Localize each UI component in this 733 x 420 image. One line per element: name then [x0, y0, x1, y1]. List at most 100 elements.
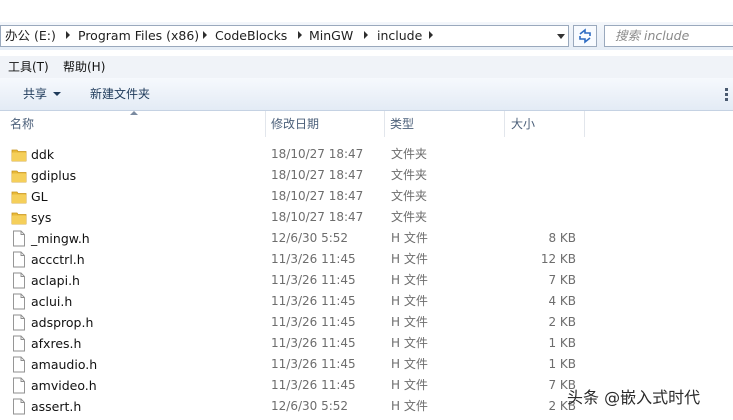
file-size: 1 KB	[548, 357, 576, 371]
breadcrumb-codeblocks[interactable]: CodeBlocks	[215, 26, 287, 46]
file-icon	[13, 251, 25, 268]
file-icon	[13, 377, 25, 394]
file-icon	[13, 293, 25, 310]
file-icon	[13, 314, 25, 331]
breadcrumb-separator-icon[interactable]	[66, 31, 70, 39]
breadcrumb-separator-icon[interactable]	[364, 31, 368, 39]
column-header-row: 名称 修改日期 类型 大小	[0, 111, 733, 137]
list-item[interactable]: aclapi.h 11/3/26 11:45 H 文件 7 KB	[0, 270, 733, 291]
file-icon	[13, 356, 25, 373]
file-type: H 文件	[391, 231, 428, 245]
list-item[interactable]: afxres.h 11/3/26 11:45 H 文件 1 KB	[0, 333, 733, 354]
column-header-type[interactable]: 类型	[390, 111, 414, 137]
column-divider[interactable]	[384, 111, 385, 137]
share-button[interactable]: 共享	[23, 78, 47, 110]
file-name: _mingw.h	[31, 231, 90, 246]
column-divider[interactable]	[504, 111, 505, 137]
file-modified: 11/3/26 11:45	[271, 315, 356, 329]
file-type: H 文件	[391, 378, 428, 392]
list-item[interactable]: adsprop.h 11/3/26 11:45 H 文件 2 KB	[0, 312, 733, 333]
menu-bar: 工具(T) 帮助(H)	[0, 56, 733, 78]
file-type: H 文件	[391, 399, 428, 413]
file-name: ddk	[31, 147, 55, 162]
folder-icon	[11, 212, 27, 225]
file-modified: 11/3/26 11:45	[271, 378, 356, 392]
breadcrumb-program-files[interactable]: Program Files (x86)	[78, 26, 199, 46]
file-name: aclui.h	[31, 294, 73, 309]
file-name: afxres.h	[31, 336, 82, 351]
file-size: 1 KB	[548, 336, 576, 350]
file-modified: 11/3/26 11:45	[271, 336, 356, 350]
file-size: 2 KB	[548, 315, 576, 329]
list-item[interactable]: gdiplus 18/10/27 18:47 文件夹	[0, 165, 733, 186]
file-modified: 12/6/30 5:52	[271, 399, 349, 413]
command-bar: 共享 新建文件夹	[0, 78, 733, 111]
breadcrumb-separator-icon[interactable]	[429, 31, 433, 39]
file-modified: 18/10/27 18:47	[271, 210, 364, 224]
search-input[interactable]: 搜索 include	[604, 25, 733, 47]
view-options-icon[interactable]	[724, 87, 733, 101]
file-name: aclapi.h	[31, 273, 80, 288]
file-type: H 文件	[391, 273, 428, 287]
list-item[interactable]: amaudio.h 11/3/26 11:45 H 文件 1 KB	[0, 354, 733, 375]
list-item[interactable]: ddk 18/10/27 18:47 文件夹	[0, 144, 733, 165]
folder-icon	[11, 191, 27, 204]
file-type: 文件夹	[391, 189, 428, 203]
watermark-text: 头条 @嵌入式时代	[567, 388, 701, 407]
sort-ascending-icon	[130, 111, 138, 115]
file-icon	[13, 272, 25, 289]
file-type: H 文件	[391, 294, 428, 308]
search-placeholder: 搜索 include	[615, 28, 690, 43]
file-size: 8 KB	[548, 231, 576, 245]
address-dropdown-icon[interactable]	[557, 34, 565, 39]
file-type: H 文件	[391, 357, 428, 371]
address-bar[interactable]: 办公 (E:) Program Files (x86) CodeBlocks M…	[0, 25, 569, 47]
file-name: assert.h	[31, 399, 82, 414]
new-folder-button[interactable]: 新建文件夹	[90, 78, 150, 110]
refresh-icon	[579, 28, 591, 44]
file-size: 7 KB	[548, 273, 576, 287]
file-icon	[13, 230, 25, 247]
list-item[interactable]: GL 18/10/27 18:47 文件夹	[0, 186, 733, 207]
breadcrumb-include[interactable]: include	[377, 26, 422, 46]
list-item[interactable]: accctrl.h 11/3/26 11:45 H 文件 12 KB	[0, 249, 733, 270]
file-type: H 文件	[391, 315, 428, 329]
file-modified: 18/10/27 18:47	[271, 189, 364, 203]
file-modified: 11/3/26 11:45	[271, 294, 356, 308]
list-item[interactable]: aclui.h 11/3/26 11:45 H 文件 4 KB	[0, 291, 733, 312]
refresh-button[interactable]	[573, 25, 597, 47]
file-modified: 11/3/26 11:45	[271, 252, 356, 266]
column-header-modified[interactable]: 修改日期	[271, 111, 319, 137]
file-size: 4 KB	[548, 294, 576, 308]
file-name: accctrl.h	[31, 252, 85, 267]
folder-icon	[11, 170, 27, 183]
column-divider[interactable]	[584, 111, 585, 137]
file-type: H 文件	[391, 336, 428, 350]
file-type: H 文件	[391, 252, 428, 266]
breadcrumb-mingw[interactable]: MinGW	[309, 26, 353, 46]
column-header-name[interactable]: 名称	[10, 111, 34, 137]
folder-icon	[11, 149, 27, 162]
file-size: 12 KB	[540, 252, 576, 266]
menu-tools[interactable]: 工具(T)	[8, 56, 49, 78]
list-item[interactable]: _mingw.h 12/6/30 5:52 H 文件 8 KB	[0, 228, 733, 249]
file-name: amaudio.h	[31, 357, 98, 372]
file-name: adsprop.h	[31, 315, 94, 330]
breadcrumb-separator-icon[interactable]	[203, 31, 207, 39]
file-icon	[13, 335, 25, 352]
address-bar-row: 办公 (E:) Program Files (x86) CodeBlocks M…	[0, 22, 733, 50]
file-name: amvideo.h	[31, 378, 97, 393]
file-type: 文件夹	[391, 168, 428, 182]
file-type: 文件夹	[391, 210, 428, 224]
file-name: GL	[31, 189, 48, 204]
file-name: gdiplus	[31, 168, 77, 183]
breadcrumb-drive[interactable]: 办公 (E:)	[5, 26, 56, 46]
menu-help[interactable]: 帮助(H)	[63, 56, 105, 78]
file-modified: 12/6/30 5:52	[271, 231, 349, 245]
share-dropdown-icon[interactable]	[53, 92, 61, 96]
file-modified: 18/10/27 18:47	[271, 168, 364, 182]
column-divider[interactable]	[265, 111, 266, 137]
breadcrumb-separator-icon[interactable]	[298, 31, 302, 39]
column-header-size[interactable]: 大小	[511, 111, 535, 137]
list-item[interactable]: sys 18/10/27 18:47 文件夹	[0, 207, 733, 228]
